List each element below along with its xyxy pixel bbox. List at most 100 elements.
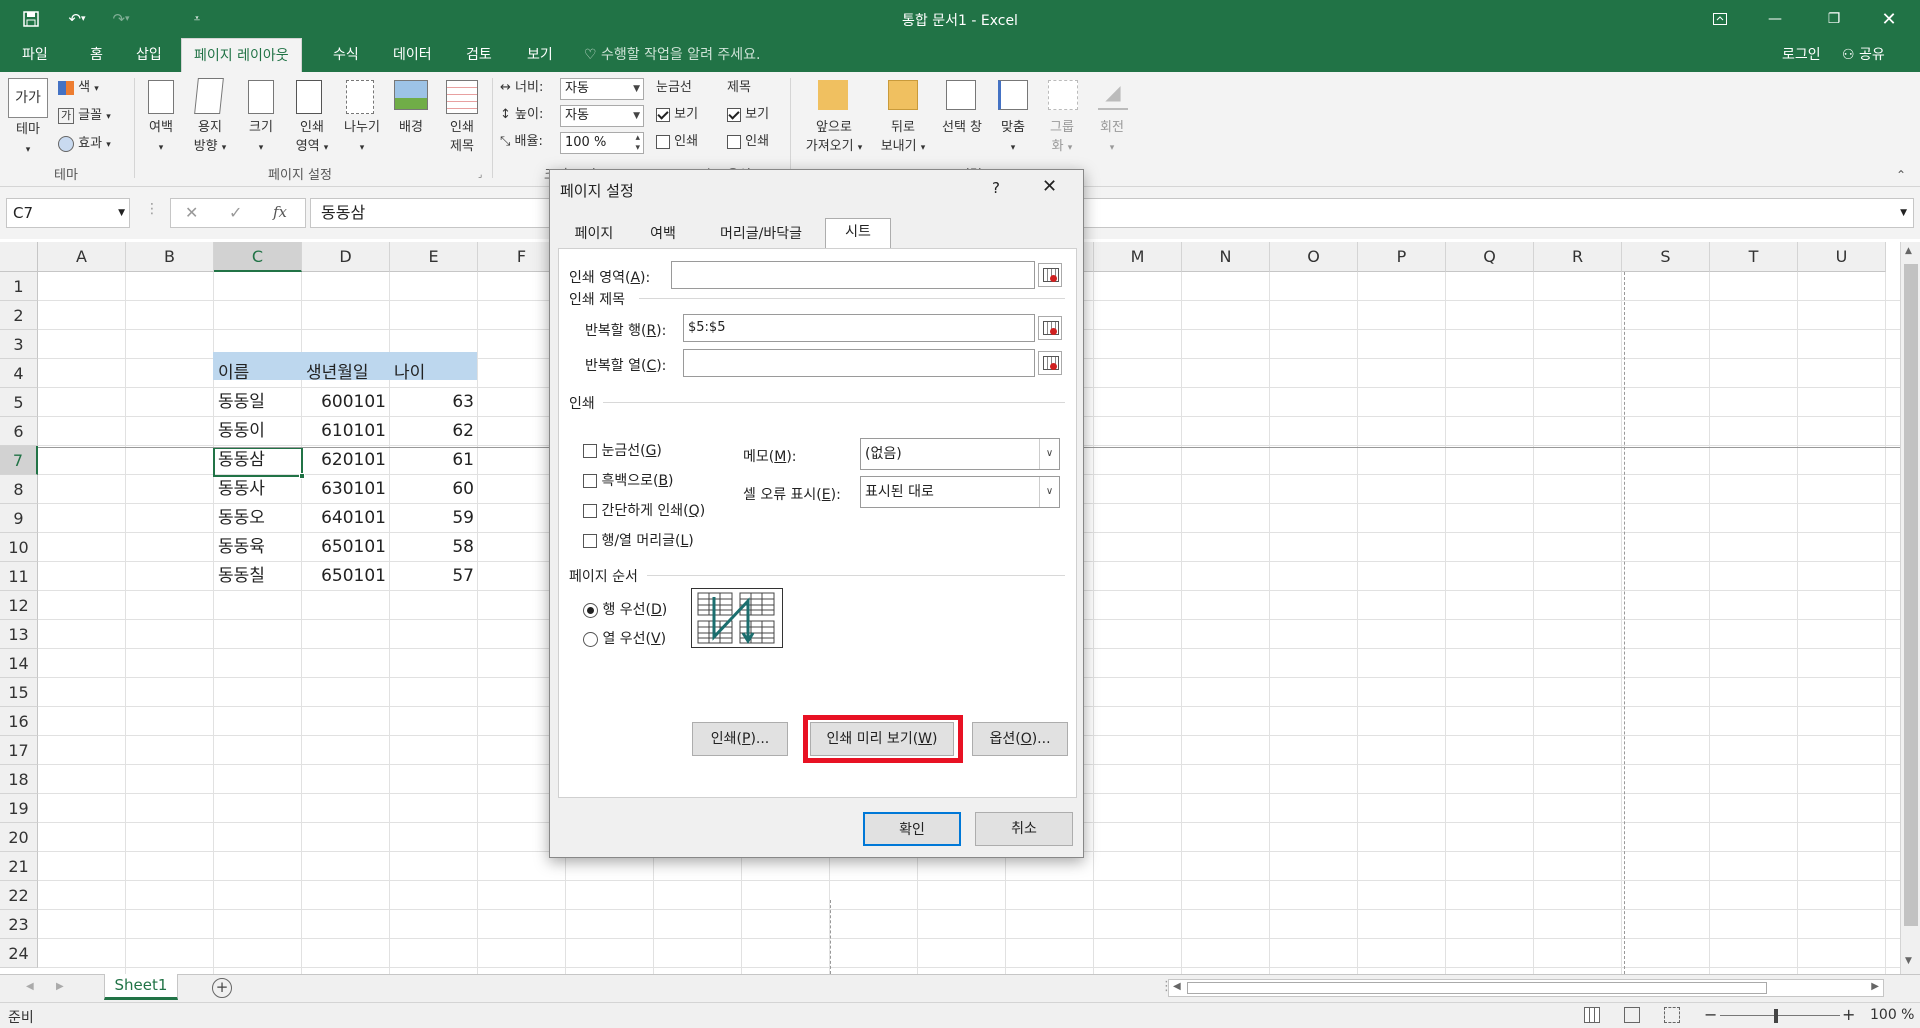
options-button[interactable]: 옵션(O)... bbox=[972, 722, 1068, 756]
column-header[interactable]: Q bbox=[1446, 242, 1534, 272]
colors-button[interactable]: 색 ▾ bbox=[58, 78, 99, 99]
column-header[interactable]: B bbox=[126, 242, 214, 272]
tab-sheet[interactable]: 시트 bbox=[825, 218, 891, 249]
row-header[interactable]: 8 bbox=[0, 475, 38, 504]
cell[interactable]: 600101 bbox=[302, 388, 390, 417]
cell[interactable]: 동동칠 bbox=[214, 562, 302, 591]
scale-spinner[interactable]: 100 % ▴ ▾ bbox=[560, 132, 644, 154]
enter-icon[interactable]: ✓ bbox=[229, 203, 242, 222]
cell[interactable]: 58 bbox=[390, 533, 478, 562]
cell[interactable]: 640101 bbox=[302, 504, 390, 533]
cols-repeat-input[interactable] bbox=[683, 349, 1035, 377]
height-select[interactable]: 자동 ▼ bbox=[560, 105, 644, 127]
row-header[interactable]: 21 bbox=[0, 852, 38, 881]
cancel-button[interactable]: 취소 bbox=[975, 812, 1073, 846]
comments-select[interactable]: (없음) ∨ bbox=[860, 438, 1060, 470]
scroll-up-icon[interactable]: ▲ bbox=[1905, 246, 1912, 256]
normal-view-icon[interactable] bbox=[1584, 1007, 1600, 1023]
draft-quality-checkbox[interactable]: 간단하게 인쇄(Q) bbox=[583, 500, 705, 520]
tab-review[interactable]: 검토 bbox=[464, 38, 494, 72]
active-cell[interactable] bbox=[213, 447, 303, 477]
headings-print-checkbox[interactable]: 인쇄 bbox=[727, 132, 769, 151]
tab-page[interactable]: 페이지 bbox=[560, 220, 628, 248]
row-header[interactable]: 2 bbox=[0, 301, 38, 330]
themes-icon[interactable]: 가가 bbox=[8, 78, 48, 118]
send-backward-button[interactable]: 뒤로 보내기 ▾ bbox=[872, 118, 934, 158]
cell[interactable]: 이름 bbox=[214, 359, 302, 388]
collapse-dialog-icon[interactable] bbox=[1038, 351, 1062, 375]
cell[interactable]: 59 bbox=[390, 504, 478, 533]
row-header[interactable]: 12 bbox=[0, 591, 38, 620]
collapse-dialog-icon[interactable] bbox=[1038, 316, 1062, 340]
cancel-icon[interactable]: ✕ bbox=[185, 203, 198, 222]
tab-home[interactable]: 홈 bbox=[88, 38, 105, 72]
row-header[interactable]: 9 bbox=[0, 504, 38, 533]
close-icon[interactable]: ✕ bbox=[1042, 176, 1057, 197]
page-layout-view-icon[interactable] bbox=[1624, 1007, 1640, 1023]
fill-handle[interactable] bbox=[299, 473, 305, 479]
add-sheet-icon[interactable]: + bbox=[212, 978, 232, 998]
gridlines-print-checkbox[interactable]: 인쇄 bbox=[656, 132, 698, 151]
print-area-button[interactable]: 인쇄 영역 ▾ bbox=[288, 118, 336, 158]
row-header[interactable]: 23 bbox=[0, 910, 38, 939]
gridlines-checkbox[interactable]: 눈금선(G) bbox=[583, 440, 662, 460]
minimize-icon[interactable]: — bbox=[1752, 0, 1798, 38]
zoom-slider[interactable] bbox=[1720, 1015, 1840, 1016]
row-header[interactable]: 11 bbox=[0, 562, 38, 591]
rows-repeat-input[interactable]: $5:$5 bbox=[683, 314, 1035, 342]
column-header[interactable]: S bbox=[1622, 242, 1710, 272]
row-col-headings-checkbox[interactable]: 행/열 머리글(L) bbox=[583, 530, 694, 550]
cell[interactable]: 60 bbox=[390, 475, 478, 504]
cell[interactable]: 63 bbox=[390, 388, 478, 417]
headings-view-checkbox[interactable]: 보기 bbox=[727, 105, 769, 124]
row-header[interactable]: 22 bbox=[0, 881, 38, 910]
bring-forward-button[interactable]: 앞으로 가져오기 ▾ bbox=[796, 118, 872, 158]
row-header[interactable]: 20 bbox=[0, 823, 38, 852]
column-header[interactable]: D bbox=[302, 242, 390, 272]
scroll-down-icon[interactable]: ▼ bbox=[1905, 956, 1912, 966]
ok-button[interactable]: 확인 bbox=[863, 812, 961, 846]
zoom-out-icon[interactable]: − bbox=[1704, 1005, 1717, 1024]
row-header[interactable]: 10 bbox=[0, 533, 38, 562]
row-header[interactable]: 7 bbox=[0, 446, 38, 475]
print-button[interactable]: 인쇄(P)... bbox=[692, 722, 788, 756]
tab-header-footer[interactable]: 머리글/바닥글 bbox=[698, 220, 824, 248]
cell[interactable]: 동동육 bbox=[214, 533, 302, 562]
over-then-down-radio[interactable]: 열 우선(V) bbox=[583, 628, 666, 648]
close-icon[interactable]: ✕ bbox=[1866, 0, 1912, 38]
sheet-tab-sheet1[interactable]: Sheet1 bbox=[104, 974, 178, 1000]
cell[interactable]: 650101 bbox=[302, 533, 390, 562]
width-select[interactable]: 자동 ▼ bbox=[560, 78, 644, 100]
collapse-dialog-icon[interactable] bbox=[1038, 263, 1062, 287]
black-white-checkbox[interactable]: 흑백으로(B) bbox=[583, 470, 674, 490]
zoom-level[interactable]: 100 % bbox=[1870, 1007, 1914, 1023]
tab-view[interactable]: 보기 bbox=[525, 38, 555, 72]
row-header[interactable]: 1 bbox=[0, 272, 38, 301]
print-titles-button[interactable]: 인쇄 제목 bbox=[440, 118, 484, 156]
fonts-button[interactable]: 가 글꼴 ▾ bbox=[58, 106, 111, 127]
vertical-scrollbar[interactable]: ▲ ▼ bbox=[1900, 242, 1920, 974]
row-header[interactable]: 17 bbox=[0, 736, 38, 765]
zoom-in-icon[interactable]: + bbox=[1842, 1005, 1855, 1024]
margins-button[interactable]: 여백 ▾ bbox=[140, 118, 182, 158]
tab-formulas[interactable]: 수식 bbox=[331, 38, 361, 72]
themes-button[interactable]: 테마 ▾ bbox=[8, 120, 48, 160]
background-button[interactable]: 배경 bbox=[390, 118, 432, 137]
collapse-ribbon-icon[interactable]: ⌃ bbox=[1896, 168, 1906, 182]
cell[interactable]: 동동이 bbox=[214, 417, 302, 446]
column-header[interactable]: C bbox=[214, 242, 302, 272]
row-header[interactable]: 13 bbox=[0, 620, 38, 649]
column-header[interactable]: T bbox=[1710, 242, 1798, 272]
row-header[interactable]: 18 bbox=[0, 765, 38, 794]
zoom-slider-thumb[interactable] bbox=[1774, 1009, 1778, 1023]
page-break-view-icon[interactable] bbox=[1664, 1007, 1680, 1023]
row-header[interactable]: 19 bbox=[0, 794, 38, 823]
cell[interactable]: 610101 bbox=[302, 417, 390, 446]
horizontal-scrollbar[interactable]: ◀ ▶ bbox=[1168, 979, 1884, 997]
share-button[interactable]: ⚇ 공유 bbox=[1840, 38, 1887, 72]
cell[interactable]: 61 bbox=[390, 446, 478, 475]
scroll-right-icon[interactable]: ▶ bbox=[1871, 981, 1879, 992]
tab-file[interactable]: 파일 bbox=[20, 38, 50, 72]
print-area-input[interactable] bbox=[671, 261, 1035, 289]
tell-me-box[interactable]: ♡ 수행할 작업을 알려 주세요. bbox=[582, 38, 763, 72]
